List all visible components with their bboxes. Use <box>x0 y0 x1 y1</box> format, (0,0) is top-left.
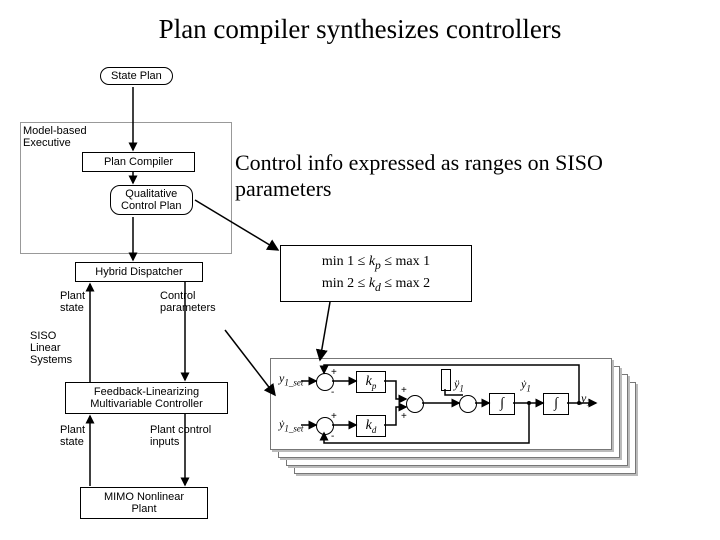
label-plant-state-lower: Plant state <box>60 424 85 448</box>
node-plan-compiler: Plan Compiler <box>82 152 195 172</box>
node-feedback-linearizing: Feedback-Linearizing Multivariable Contr… <box>65 382 228 414</box>
equation-line-1: min 1 ≤ kp ≤ max 1 <box>322 254 430 272</box>
label-plant-control-inputs: Plant control inputs <box>150 424 211 448</box>
equation-box: min 1 ≤ kp ≤ max 1 min 2 ≤ kd ≤ max 2 <box>280 245 472 302</box>
node-mimo-nonlinear-plant: MIMO Nonlinear Plant <box>80 487 208 519</box>
schematic-stack: y1_set ẏ1_set + - + - kp kd + + <box>270 358 640 478</box>
controller-schematic: y1_set ẏ1_set + - + - kp kd + + <box>271 359 611 449</box>
page-title: Plan compiler synthesizes controllers <box>0 14 720 45</box>
stack-layer-1: y1_set ẏ1_set + - + - kp kd + + <box>270 358 612 450</box>
node-state-plan: State Plan <box>100 67 173 85</box>
schematic-wires <box>271 359 611 449</box>
label-control-parameters: Control parameters <box>160 290 216 314</box>
node-qualitative-control-plan: Qualitative Control Plan <box>110 185 193 215</box>
label-plant-state-upper: Plant state <box>60 290 85 314</box>
label-model-based-executive: Model-based Executive <box>23 125 87 149</box>
subtitle-text: Control info expressed as ranges on SISO… <box>235 150 605 203</box>
equation-line-2: min 2 ≤ kd ≤ max 2 <box>322 276 430 294</box>
left-flow-diagram: Model-based Executive State Plan Plan Co… <box>20 62 280 532</box>
node-hybrid-dispatcher: Hybrid Dispatcher <box>75 262 203 282</box>
subtitle-line: Control info expressed as ranges on SISO… <box>235 150 603 201</box>
label-siso-linear-systems: SISO Linear Systems <box>30 330 72 366</box>
